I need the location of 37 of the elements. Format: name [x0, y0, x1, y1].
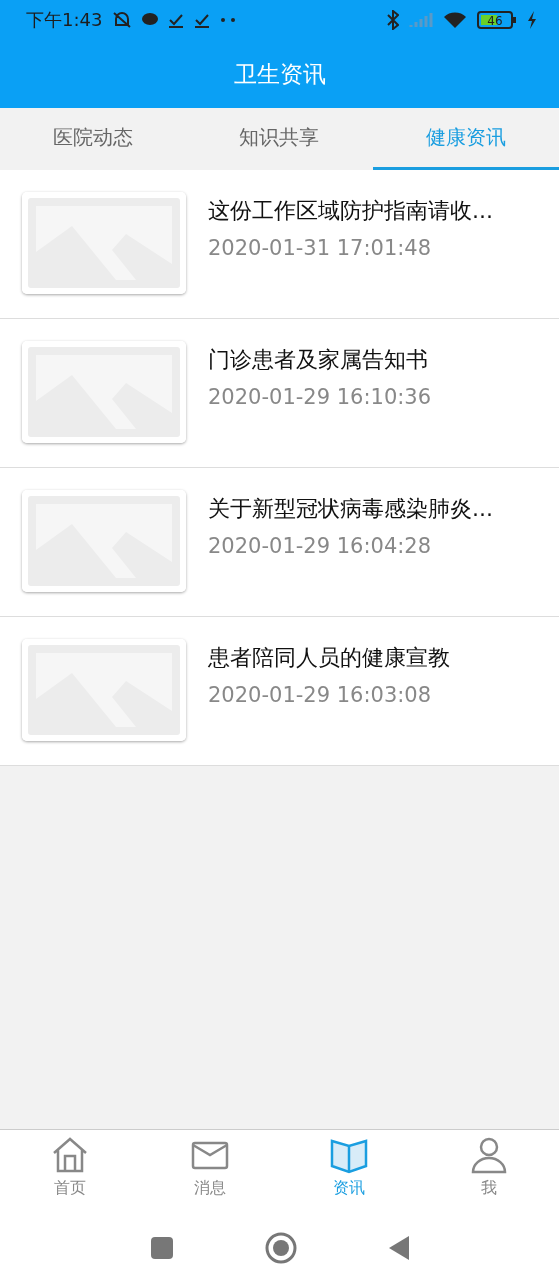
article-title: 关于新型冠状病毒感染肺炎... [208, 495, 493, 523]
more-icon [220, 17, 237, 23]
tab[interactable]: 医院动态 [0, 108, 187, 170]
chat-icon [142, 13, 159, 27]
article-date: 2020-01-29 16:10:36 [208, 385, 432, 409]
home-button[interactable] [264, 1231, 297, 1264]
nav-label: 资讯 [333, 1178, 366, 1199]
person-icon [470, 1136, 509, 1174]
article-row[interactable]: 患者陪同人员的健康宣教 2020-01-29 16:03:08 [0, 617, 559, 766]
article-date: 2020-01-31 17:01:48 [208, 236, 433, 260]
back-button[interactable] [388, 1235, 409, 1260]
status-time: 下午1:43 [26, 8, 103, 32]
article-row[interactable]: 这份工作区域防护指南请收... 2020-01-31 17:01:48 [0, 170, 559, 319]
article-title: 这份工作区域防护指南请收... [208, 197, 493, 225]
article-row[interactable]: 关于新型冠状病毒感染肺炎... 2020-01-29 16:04:28 [0, 468, 559, 617]
tab[interactable]: 知识共享 [186, 108, 373, 170]
nav-label: 我 [481, 1178, 498, 1199]
nav-tab[interactable]: 我 [419, 1130, 559, 1215]
nav-tab[interactable]: 资讯 [279, 1130, 420, 1215]
article-row[interactable]: 门诊患者及家属告知书 2020-01-29 16:10:36 [0, 319, 559, 468]
signal-icon [409, 11, 433, 29]
page-title: 卫生资讯 [233, 59, 326, 89]
article-title: 门诊患者及家属告知书 [208, 346, 429, 374]
muted-bell-icon [112, 11, 133, 29]
check-icon [168, 12, 185, 28]
charging-icon [527, 11, 537, 29]
check-icon [194, 12, 211, 28]
wifi-icon [443, 11, 467, 29]
article-date: 2020-01-29 16:04:28 [208, 534, 433, 558]
nav-tab[interactable]: 首页 [0, 1130, 140, 1215]
nav-label: 首页 [53, 1178, 86, 1199]
nav-label: 消息 [193, 1178, 226, 1199]
article-date: 2020-01-29 16:03:08 [208, 683, 433, 707]
article-title: 患者陪同人员的健康宣教 [208, 644, 450, 672]
recents-button[interactable] [150, 1236, 173, 1259]
nav-tab[interactable]: 消息 [139, 1130, 280, 1215]
bluetooth-icon [387, 10, 399, 30]
